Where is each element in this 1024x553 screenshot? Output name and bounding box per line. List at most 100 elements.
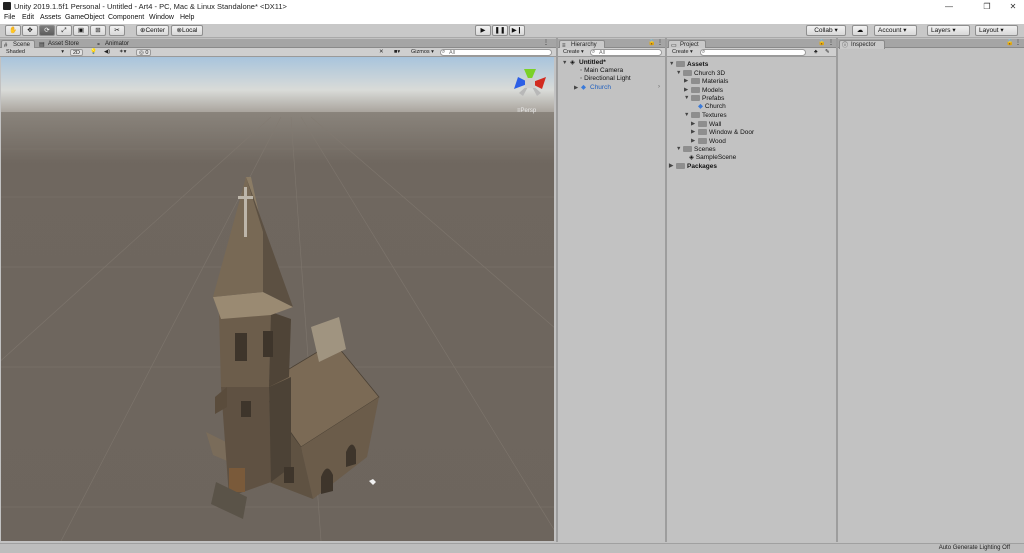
hidden-objects-toggle[interactable]: ◎ 0	[136, 49, 152, 56]
menu-window[interactable]: Window	[149, 14, 174, 21]
folder-label: Scenes	[694, 146, 716, 153]
expand-arrow-icon: ▶	[691, 138, 696, 144]
layout-dropdown[interactable]: Layout ▾	[975, 25, 1018, 36]
scene-tabstrip: # Scene ▤ Asset Store ⚬ Animator ⋮	[0, 39, 556, 49]
hierarchy-search-input[interactable]: ⌕ All	[590, 49, 662, 56]
scene-icon: ◈	[689, 154, 694, 161]
panel-menu-icon[interactable]: ⋮	[543, 39, 549, 46]
minimize-button[interactable]: —	[942, 1, 956, 12]
asset-label: SampleScene	[695, 154, 737, 161]
menu-file[interactable]: File	[4, 14, 15, 21]
expand-arrow-icon: ▼	[562, 60, 568, 66]
mode-2d-toggle[interactable]: 2D	[70, 49, 84, 56]
play-icon[interactable]: ▶	[475, 25, 491, 36]
status-bar: Auto Generate Lighting Off	[0, 543, 1024, 553]
hierarchy-item-main-camera[interactable]: ▫ Main Camera	[580, 67, 623, 75]
scene-search-placeholder: All	[449, 50, 456, 56]
folder-icon	[691, 95, 700, 101]
menu-component[interactable]: Component	[108, 14, 144, 21]
camera-settings-icon[interactable]: ■▾	[392, 49, 402, 56]
audio-toggle-icon[interactable]: ◀)	[102, 49, 112, 56]
dropdown-arrow-icon: ▾	[61, 49, 64, 55]
project-item-samplescene[interactable]: ◈ SampleScene	[689, 154, 736, 162]
main-toolbar: ✋ ✥ ⟳ ⤢ ▣ ⊞ ✂ ⊕Center ⊗Local ▶ ❚❚ ▶❙ Col…	[0, 24, 1024, 38]
custom-tool-icon[interactable]: ✂	[109, 25, 125, 36]
menu-help[interactable]: Help	[180, 14, 194, 21]
project-create-dropdown[interactable]: Create ▾	[670, 49, 695, 56]
tab-animator-label: Animator	[105, 41, 130, 47]
move-tool-icon[interactable]: ✥	[22, 25, 38, 36]
folder-icon	[691, 78, 700, 84]
pivot-center-toggle[interactable]: ⊕Center	[136, 25, 169, 36]
expand-arrow-icon: ▼	[669, 61, 675, 67]
project-search-input[interactable]: ⌕	[700, 49, 806, 56]
folder-label: Wood	[709, 138, 726, 145]
expand-arrow-icon: ▼	[684, 112, 690, 118]
persp-label[interactable]: ≡Persp	[517, 108, 536, 114]
step-icon[interactable]: ▶❙	[509, 25, 525, 36]
menu-gameobject[interactable]: GameObject	[65, 14, 104, 21]
scene-toolbar: Shaded ▾ 2D 💡 ◀) ✶▾ ◎ 0 ✕ ■▾ Gizmos ▾ ⌕ Al…	[0, 48, 556, 57]
folder-label: Prefabs	[702, 95, 725, 102]
folder-icon	[698, 138, 707, 144]
inspector-menu-icon[interactable]: ⋮	[1015, 39, 1021, 46]
hierarchy-create-dropdown[interactable]: Create ▾	[561, 49, 586, 56]
scale-tool-icon[interactable]: ⤢	[56, 25, 72, 36]
expand-arrow-icon: ▶	[684, 78, 689, 84]
folder-icon	[698, 121, 707, 127]
pivot-local-toggle[interactable]: ⊗Local	[171, 25, 203, 36]
folder-label: Models	[702, 87, 723, 94]
lock-icon[interactable]: 🔒	[1006, 39, 1013, 46]
maximize-button[interactable]: ❐	[980, 1, 994, 12]
shading-label: Shaded	[6, 49, 25, 55]
account-dropdown[interactable]: Account ▾	[874, 25, 917, 36]
menu-assets[interactable]: Assets	[40, 14, 61, 21]
search-icon: ⌕	[702, 49, 706, 55]
folder-label: Assets	[687, 61, 709, 68]
close-button[interactable]: ✕	[1006, 1, 1020, 12]
filter-type-icon[interactable]: ♣	[812, 49, 820, 56]
cloud-icon[interactable]: ☁	[852, 25, 868, 36]
lock-icon[interactable]: 🔒	[818, 39, 825, 46]
rotate-tool-icon[interactable]: ⟳	[39, 25, 55, 36]
folder-label: Packages	[687, 163, 717, 170]
expand-arrow-icon: ▼	[684, 95, 690, 101]
hierarchy-item-label: Main Camera	[584, 67, 624, 74]
scene-search-input[interactable]: ⌕ All	[440, 49, 552, 56]
hand-tool-icon[interactable]: ✋	[5, 25, 21, 36]
pause-icon[interactable]: ❚❚	[492, 25, 508, 36]
hidden-count: 0	[145, 50, 149, 56]
folder-icon	[691, 87, 700, 93]
project-menu-icon[interactable]: ⋮	[828, 39, 834, 46]
transform-tool-icon[interactable]: ⊞	[90, 25, 106, 36]
hierarchy-item-directional-light[interactable]: ▫ Directional Light	[580, 75, 631, 83]
project-item-church-prefab[interactable]: ◆ Church	[698, 103, 726, 111]
hierarchy-menu-icon[interactable]: ⋮	[657, 39, 663, 46]
lighting-status[interactable]: Auto Generate Lighting Off	[939, 545, 1010, 551]
menu-edit[interactable]: Edit	[22, 14, 34, 21]
lock-icon[interactable]: 🔒	[648, 39, 655, 46]
account-label: Account	[878, 27, 902, 34]
folder-label: Materials	[702, 78, 729, 85]
shading-mode-dropdown[interactable]: Shaded ▾	[4, 49, 66, 56]
layers-dropdown[interactable]: Layers ▾	[927, 25, 970, 36]
folder-label: Window & Door	[709, 129, 755, 136]
effects-toggle-icon[interactable]: ✶▾	[117, 49, 128, 56]
gizmos-dropdown[interactable]: Gizmos ▾	[409, 49, 436, 56]
eye-icon: ◎	[139, 50, 144, 56]
lighting-toggle-icon[interactable]: 💡	[88, 49, 99, 56]
collab-dropdown[interactable]: Collab ▾	[806, 25, 846, 36]
hierarchy-search-placeholder: All	[599, 50, 606, 56]
prefab-icon: ◆	[581, 84, 586, 91]
folder-icon	[683, 70, 692, 76]
chevron-right-icon[interactable]: ›	[658, 84, 660, 90]
filter-label-icon[interactable]: ✎	[823, 49, 832, 56]
gizmos-label: Gizmos	[411, 49, 430, 55]
tab-inspector[interactable]: ⓘ Inspector	[839, 40, 885, 49]
prefab-icon: ◆	[698, 103, 703, 110]
tools-icon[interactable]: ✕	[377, 49, 386, 56]
inspector-tabstrip: ⓘ Inspector 🔒 ⋮	[838, 39, 1024, 49]
expand-arrow-icon: ▶	[574, 85, 579, 91]
rect-tool-icon[interactable]: ▣	[73, 25, 89, 36]
scene-viewport[interactable]: ≡Persp	[1, 57, 554, 541]
